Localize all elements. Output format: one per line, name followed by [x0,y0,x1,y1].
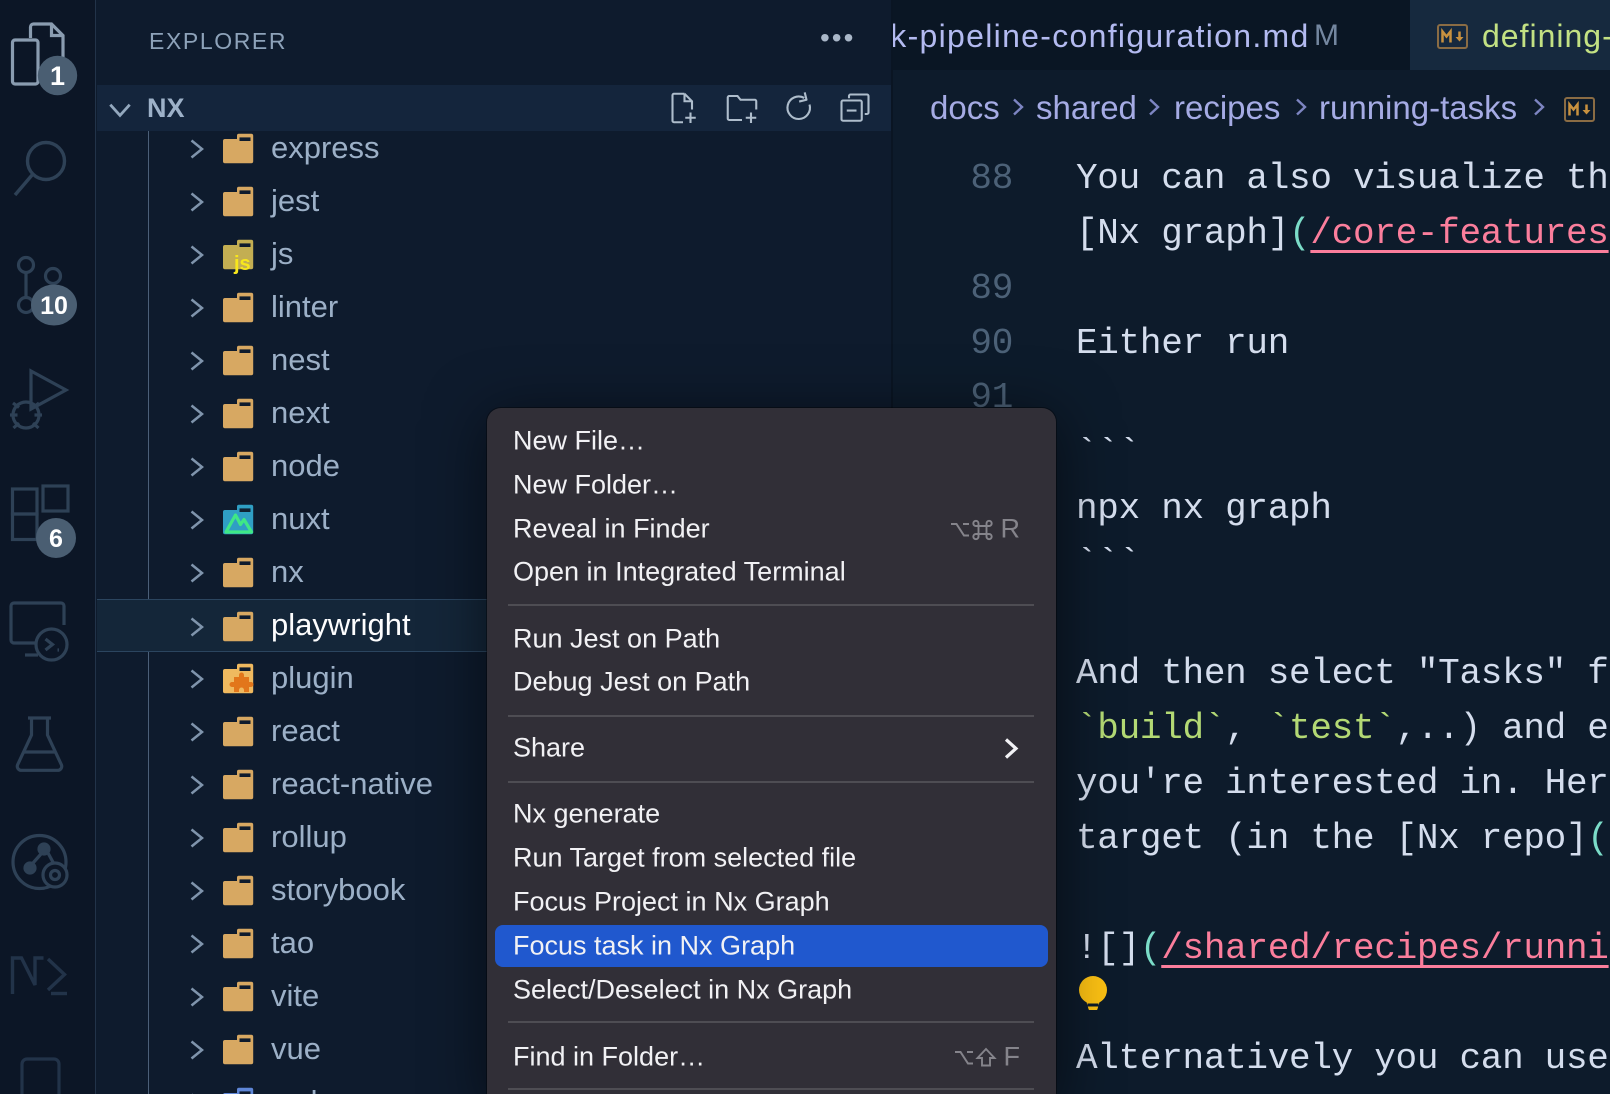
svg-text:10: 10 [40,292,68,320]
svg-text:6: 6 [49,525,63,553]
svg-text:1: 1 [50,61,65,91]
svg-text:js: js [233,253,251,275]
